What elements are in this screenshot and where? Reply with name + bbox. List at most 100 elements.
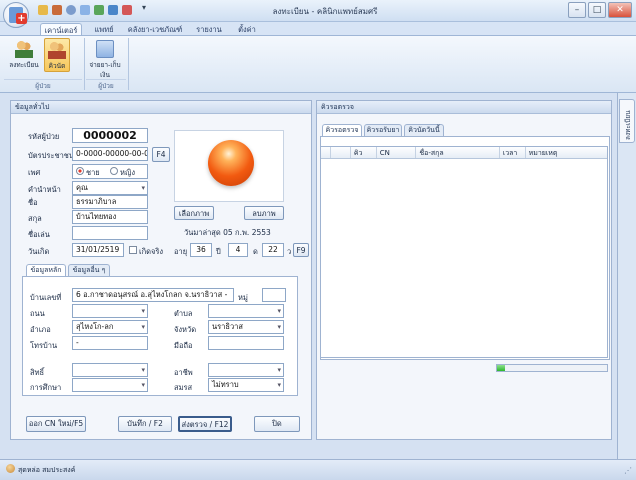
group-separator bbox=[84, 38, 85, 90]
f9-button[interactable]: F9 bbox=[293, 243, 309, 257]
people-icon bbox=[15, 40, 33, 58]
age-days-field[interactable]: 22 bbox=[262, 243, 284, 257]
prefix-label: คำนำหน้า bbox=[28, 185, 61, 194]
patient-photo bbox=[174, 130, 284, 202]
subdistrict-select[interactable] bbox=[208, 304, 284, 318]
age-label: อายุ bbox=[174, 247, 188, 256]
prefix-select[interactable]: คุณ bbox=[72, 181, 148, 195]
side-tab-strip: ลงทะเบียน bbox=[617, 93, 636, 459]
male-label: ชาย bbox=[86, 168, 100, 177]
progress-bar bbox=[496, 364, 608, 372]
column-header-time[interactable]: เวลา bbox=[500, 147, 526, 158]
district-select[interactable]: สุไหงโก-ลก bbox=[72, 320, 148, 334]
tab-appointments-today[interactable]: คิวนัดวันนี้ bbox=[404, 124, 444, 136]
column-header[interactable] bbox=[321, 147, 331, 158]
column-header-name[interactable]: ชื่อ-สกุล bbox=[416, 147, 500, 158]
edit-icon[interactable] bbox=[94, 5, 104, 15]
people-icon[interactable] bbox=[108, 5, 118, 15]
name-label: ชื่อ bbox=[28, 198, 38, 207]
years-unit: ปี bbox=[216, 247, 221, 256]
province-label: จังหวัด bbox=[174, 325, 197, 334]
tools-icon[interactable] bbox=[52, 5, 62, 15]
column-header-queue[interactable]: คิว bbox=[351, 147, 377, 158]
female-label: หญิง bbox=[120, 168, 135, 177]
road-select[interactable] bbox=[72, 304, 148, 318]
rights-label: สิทธิ์ bbox=[30, 368, 45, 377]
marital-label: สมรส bbox=[174, 383, 193, 392]
clock-icon[interactable] bbox=[66, 5, 76, 15]
province-select[interactable]: นราธิวาส bbox=[208, 320, 284, 334]
phone-field[interactable]: - bbox=[72, 336, 148, 350]
people-icon bbox=[48, 41, 66, 59]
new-cn-button[interactable]: ออก CN ใหม่/F5 bbox=[26, 416, 86, 432]
mobile-field[interactable] bbox=[208, 336, 284, 350]
dispense-payment-button[interactable]: จ่ายยา-เก็บเงิน bbox=[88, 38, 122, 79]
birthdate-field[interactable]: 31/01/2519 bbox=[72, 243, 124, 257]
patient-id-label: รหัสผู้ป่วย bbox=[28, 132, 60, 141]
house-label: บ้านเลขที่ bbox=[30, 293, 62, 302]
panel-header: ข้อมูลทั่วไป bbox=[11, 101, 311, 114]
tab-other-info[interactable]: ข้อมูลอื่น ๆ bbox=[68, 264, 110, 276]
column-header[interactable] bbox=[331, 147, 351, 158]
panel-header: คิวรอตรวจ bbox=[317, 101, 611, 114]
quick-access-dropdown-icon[interactable]: ▾ bbox=[142, 3, 146, 12]
tab-waiting-medicine[interactable]: คิวรอรับยา bbox=[364, 124, 402, 136]
house-field[interactable]: 6 อ.กาชาดอนุสรณ์ อ.สุไหงโกลก จ.นราธิวาส … bbox=[72, 288, 234, 302]
register-button[interactable]: ลงทะเบียน bbox=[8, 38, 40, 72]
surname-field[interactable]: บ้านไทยทอง bbox=[72, 210, 148, 224]
phone-label: โทรบ้าน bbox=[30, 341, 58, 350]
delete-image-button[interactable]: ลบภาพ bbox=[244, 206, 284, 220]
district-label: อำเภอ bbox=[30, 325, 51, 334]
queue-table: คิว CN ชื่อ-สกุล เวลา หมายเหตุ bbox=[320, 146, 608, 358]
rights-select[interactable] bbox=[72, 363, 148, 377]
column-header-cn[interactable]: CN bbox=[377, 147, 417, 158]
birthdate-label: วันเกิด bbox=[28, 247, 50, 256]
tab-waiting-exam[interactable]: คิวรอตรวจ bbox=[322, 124, 362, 136]
nickname-field[interactable] bbox=[72, 226, 148, 240]
send-exam-button[interactable]: ส่งตรวจ / F12 bbox=[178, 416, 232, 432]
male-radio[interactable] bbox=[76, 167, 84, 175]
road-label: ถนน bbox=[30, 309, 45, 318]
female-radio[interactable] bbox=[110, 167, 118, 175]
appointment-queue-button[interactable]: คิวนัด bbox=[44, 38, 70, 72]
f4-button[interactable]: F4 bbox=[152, 147, 170, 162]
age-months-field[interactable]: 4 bbox=[228, 243, 248, 257]
close-button[interactable]: ปิด bbox=[254, 416, 300, 432]
surname-label: สกุล bbox=[28, 214, 42, 223]
last-visit-text: วันมาล่าสุด 05 ก.พ. 2553 bbox=[184, 228, 271, 237]
patient-id-field[interactable]: 0000002 bbox=[72, 128, 148, 143]
progress-fill bbox=[497, 365, 505, 371]
user-icon bbox=[6, 464, 15, 473]
app-logo-icon[interactable]: + bbox=[3, 2, 29, 28]
column-header-note[interactable]: หมายเหตุ bbox=[526, 147, 607, 158]
education-select[interactable] bbox=[72, 378, 148, 392]
select-image-button[interactable]: เลือกภาพ bbox=[174, 206, 214, 220]
tab-main-info[interactable]: ข้อมูลหลัก bbox=[26, 264, 66, 276]
close-doc-icon[interactable] bbox=[122, 5, 132, 15]
save-button[interactable]: บันทึก / F2 bbox=[118, 416, 172, 432]
default-photo-orb-icon bbox=[208, 140, 254, 186]
sex-label: เพศ bbox=[28, 168, 41, 177]
side-tab-register[interactable]: ลงทะเบียน bbox=[619, 99, 635, 143]
age-years-field[interactable]: 36 bbox=[190, 243, 212, 257]
education-label: การศึกษา bbox=[30, 383, 62, 392]
real-birth-checkbox[interactable] bbox=[129, 246, 137, 254]
folder-icon[interactable] bbox=[38, 5, 48, 15]
real-birth-label: เกิดจริง bbox=[139, 247, 164, 256]
minimize-button[interactable]: – bbox=[568, 2, 586, 18]
group-separator bbox=[128, 38, 129, 90]
name-field[interactable]: ธรรมาภิบาล bbox=[72, 195, 148, 209]
resize-grip-icon[interactable]: ⋰ bbox=[624, 466, 632, 475]
citizen-id-label: บัตรประชาชน bbox=[28, 151, 74, 160]
status-user-text: สุดหล่อ สมประสงค์ bbox=[18, 466, 76, 474]
document-icon[interactable] bbox=[80, 5, 90, 15]
occupation-select[interactable] bbox=[208, 363, 284, 377]
ribbon-group-label: ผู้ป่วย bbox=[86, 79, 126, 91]
subdistrict-label: ตำบล bbox=[174, 309, 193, 318]
nickname-label: ชื่อเล่น bbox=[28, 230, 50, 239]
close-window-button[interactable]: ✕ bbox=[608, 2, 632, 18]
moo-field[interactable] bbox=[262, 288, 286, 302]
marital-select[interactable]: ไม่ทราบ bbox=[208, 378, 284, 392]
citizen-id-field[interactable]: 0-0000-00000-00-0 bbox=[72, 147, 148, 161]
maximize-button[interactable]: □ bbox=[588, 2, 606, 18]
